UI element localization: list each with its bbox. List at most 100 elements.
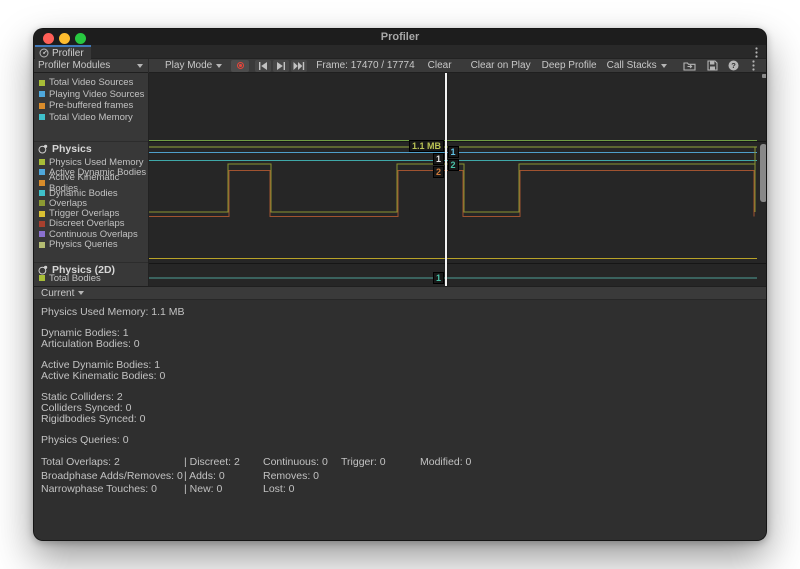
stat-line: Rigidbodies Synced: 0 — [41, 414, 766, 425]
frame-counter: Frame: 17470 / 17774 — [316, 60, 414, 71]
details-mode-dropdown[interactable]: Current — [41, 288, 74, 299]
play-mode-dropdown[interactable]: Play Mode — [165, 60, 222, 71]
legend-swatch — [39, 159, 45, 165]
stat-group: Physics Queries: 0 — [41, 435, 766, 446]
legend-swatch — [39, 231, 45, 237]
physics-module-icon — [38, 144, 48, 154]
stat-line: Static Colliders: 2 — [41, 392, 766, 403]
toolbar-kebab-icon[interactable] — [746, 60, 761, 72]
chart-scrollbar-thumb[interactable] — [760, 144, 767, 202]
tab-label: Profiler — [52, 48, 84, 59]
profiler-gauge-icon — [39, 48, 49, 58]
chevron-down-icon — [137, 64, 143, 68]
legend-swatch — [39, 91, 45, 97]
stat-cell: Removes: 0 — [263, 470, 319, 484]
playhead-value-label: 1 — [433, 272, 444, 284]
legend-item[interactable]: Trigger Overlaps — [34, 208, 149, 218]
legend-item[interactable]: Playing Video Sources — [34, 89, 149, 101]
physics-module-header[interactable]: Physics — [34, 141, 149, 155]
stat-cell: Broadphase Adds/Removes: 0 — [41, 470, 183, 484]
clear-on-play-toggle[interactable]: Clear on Play — [471, 60, 531, 71]
current-frame-button[interactable] — [291, 60, 307, 72]
skip-back-icon — [258, 62, 268, 70]
clear-button[interactable]: Clear — [428, 60, 452, 71]
stat-cell: | Adds: 0 — [184, 470, 225, 484]
deep-profile-toggle[interactable]: Deep Profile — [542, 60, 597, 71]
title-bar: Profiler — [34, 29, 766, 45]
profiler-window: Profiler Profiler Profiler Modules — [33, 28, 767, 541]
help-button[interactable]: ? — [726, 60, 741, 72]
legend-item[interactable]: Pre-buffered frames — [34, 100, 149, 112]
legend-item[interactable]: Active Kinematic Bodies — [34, 178, 149, 188]
stat-line: Dynamic Bodies: 1 — [41, 328, 766, 339]
call-stacks-dropdown[interactable]: Call Stacks — [607, 60, 667, 71]
previous-frame-button[interactable] — [255, 60, 271, 72]
physics2d-module-legend: Total Bodies — [34, 273, 149, 284]
legend-item[interactable]: Total Bodies — [34, 273, 149, 284]
legend-swatch — [39, 190, 45, 196]
playhead-line[interactable] — [445, 73, 447, 286]
stat-group: Static Colliders: 2Colliders Synced: 0Ri… — [41, 392, 766, 425]
tab-bar: Profiler — [34, 45, 766, 59]
record-button[interactable] — [231, 60, 249, 72]
stat-table-row: Total Overlaps: 2 | Discreet: 2 Continuous… — [41, 456, 766, 470]
legend-label: Total Video Memory — [49, 112, 133, 123]
legend-item[interactable]: Total Video Sources — [34, 77, 149, 89]
legend-swatch — [39, 169, 45, 175]
stat-line: Physics Queries: 0 — [41, 435, 766, 446]
tab-menu-kebab-icon[interactable] — [750, 46, 762, 58]
chart-section-divider — [149, 263, 767, 264]
stat-cell: | New: 0 — [184, 483, 222, 497]
profiler-toolbar: Profiler Modules Play Mode Frame: 17470 … — [34, 59, 766, 73]
legend-label: Total Bodies — [49, 273, 101, 284]
details-stats-pane: Physics Used Memory: 1.1 MB Dynamic Bodie… — [34, 300, 766, 541]
details-header-bar: Current — [34, 286, 766, 300]
playhead-value-label: 1.1 MB — [409, 140, 444, 152]
stat-cell: Modified: 0 — [420, 456, 471, 470]
stat-cell: Trigger: 0 — [341, 456, 386, 470]
legend-swatch — [39, 200, 45, 206]
legend-item[interactable]: Overlaps — [34, 198, 149, 208]
stat-cell: Total Overlaps: 2 — [41, 456, 120, 470]
legend-swatch — [39, 180, 45, 186]
stat-group: Dynamic Bodies: 1Articulation Bodies: 0 — [41, 328, 766, 350]
chevron-down-icon — [216, 64, 222, 68]
overlaps-line — [149, 164, 755, 212]
svg-text:?: ? — [731, 61, 736, 70]
call-stacks-label: Call Stacks — [607, 60, 657, 71]
help-icon: ? — [728, 60, 739, 71]
stat-group: Physics Used Memory: 1.1 MB — [41, 307, 766, 318]
chevron-down-icon[interactable] — [78, 291, 84, 295]
legend-item[interactable]: Physics Queries — [34, 239, 149, 249]
legend-item[interactable]: Physics Used Memory — [34, 157, 149, 167]
stat-line: Colliders Synced: 0 — [41, 403, 766, 414]
tab-profiler[interactable]: Profiler — [35, 45, 91, 59]
legend-item[interactable]: Total Video Memory — [34, 112, 149, 124]
playhead-value-label: 1 — [433, 153, 444, 165]
legend-swatch — [39, 80, 45, 86]
legend-item[interactable]: Continuous Overlaps — [34, 229, 149, 239]
step-forward-icon — [276, 62, 286, 70]
record-icon — [237, 62, 244, 69]
stat-cell: | Discreet: 2 — [184, 456, 240, 470]
legend-item[interactable]: Discreet Overlaps — [34, 219, 149, 229]
profiler-chart-area[interactable]: 1.1 MB11221 — [149, 73, 767, 286]
legend-label: Total Video Sources — [49, 77, 133, 88]
skip-to-end-icon — [293, 62, 305, 70]
save-profile-button[interactable] — [705, 60, 720, 72]
stat-cell: Narrowphase Touches: 0 — [41, 483, 157, 497]
legend-label: Playing Video Sources — [49, 89, 144, 100]
chart-scrollbar-track[interactable] — [762, 74, 767, 78]
module-legend-sidebar: Total Video SourcesPlaying Video Sources… — [34, 73, 149, 286]
chart-section-divider — [149, 141, 767, 142]
load-profile-button[interactable] — [682, 60, 697, 72]
save-floppy-icon — [707, 60, 718, 71]
video-module-legend: Total Video SourcesPlaying Video Sources… — [34, 77, 149, 123]
stat-line: Active Kinematic Bodies: 0 — [41, 371, 766, 382]
stat-table-row: Narrowphase Touches: 0| New: 0Lost: 0 — [41, 483, 766, 497]
next-frame-button[interactable] — [273, 60, 289, 72]
profiler-modules-dropdown[interactable]: Profiler Modules — [34, 59, 149, 73]
legend-label: Physics Queries — [49, 239, 118, 250]
stat-cell: Continuous: 0 — [263, 456, 328, 470]
profiler-modules-label: Profiler Modules — [38, 60, 110, 71]
